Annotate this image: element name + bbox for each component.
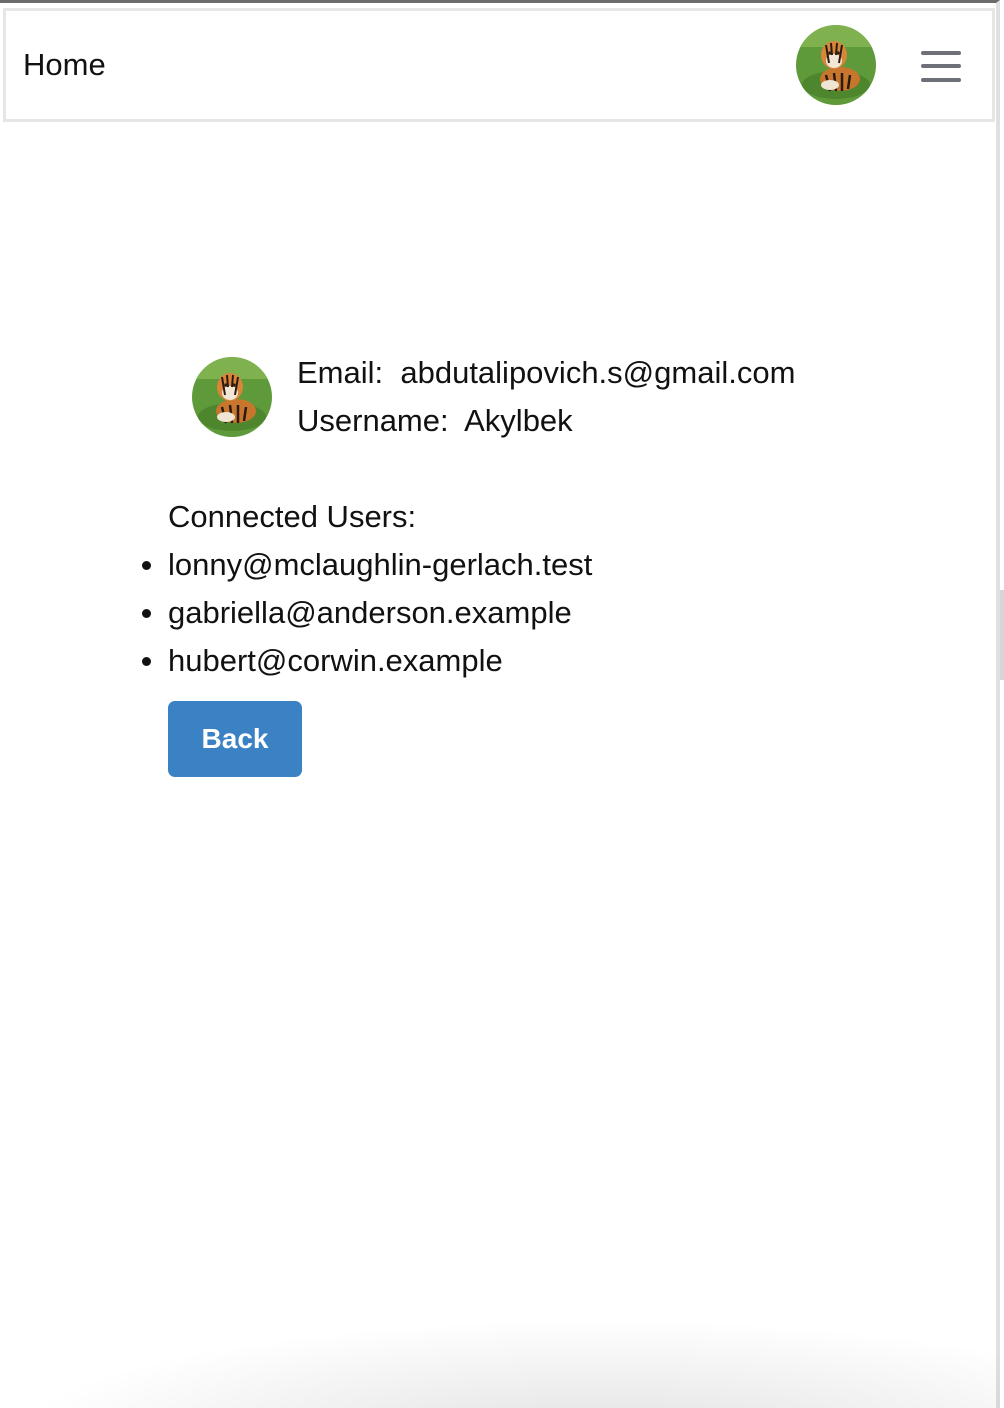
hamburger-menu-icon[interactable]	[919, 48, 961, 84]
list-item: hubert@corwin.example	[141, 641, 592, 689]
menu-bar	[921, 78, 961, 82]
bottom-shadow	[0, 1318, 1000, 1408]
browser-viewport: Home Email: abdutalipovich.s@gmail.com U…	[0, 0, 1000, 1408]
scrollbar-thumb[interactable]	[1000, 590, 1004, 680]
list-item: gabriella@anderson.example	[141, 593, 592, 641]
menu-bar	[921, 51, 961, 55]
home-link[interactable]: Home	[23, 45, 106, 85]
top-navbar: Home	[3, 8, 995, 122]
profile-email: Email: abdutalipovich.s@gmail.com	[297, 355, 796, 390]
tiger-avatar-icon	[796, 25, 876, 105]
connected-users-heading: Connected Users:	[168, 499, 417, 534]
connected-users-list: lonny@mclaughlin-gerlach.test gabriella@…	[141, 545, 592, 689]
tiger-avatar-icon	[192, 357, 272, 437]
menu-bar	[921, 64, 961, 68]
back-button[interactable]: Back	[168, 701, 302, 777]
user-avatar-icon[interactable]	[796, 25, 876, 105]
profile-avatar-icon	[192, 357, 272, 437]
profile-username: Username: Akylbek	[297, 403, 573, 438]
list-item: lonny@mclaughlin-gerlach.test	[141, 545, 592, 593]
